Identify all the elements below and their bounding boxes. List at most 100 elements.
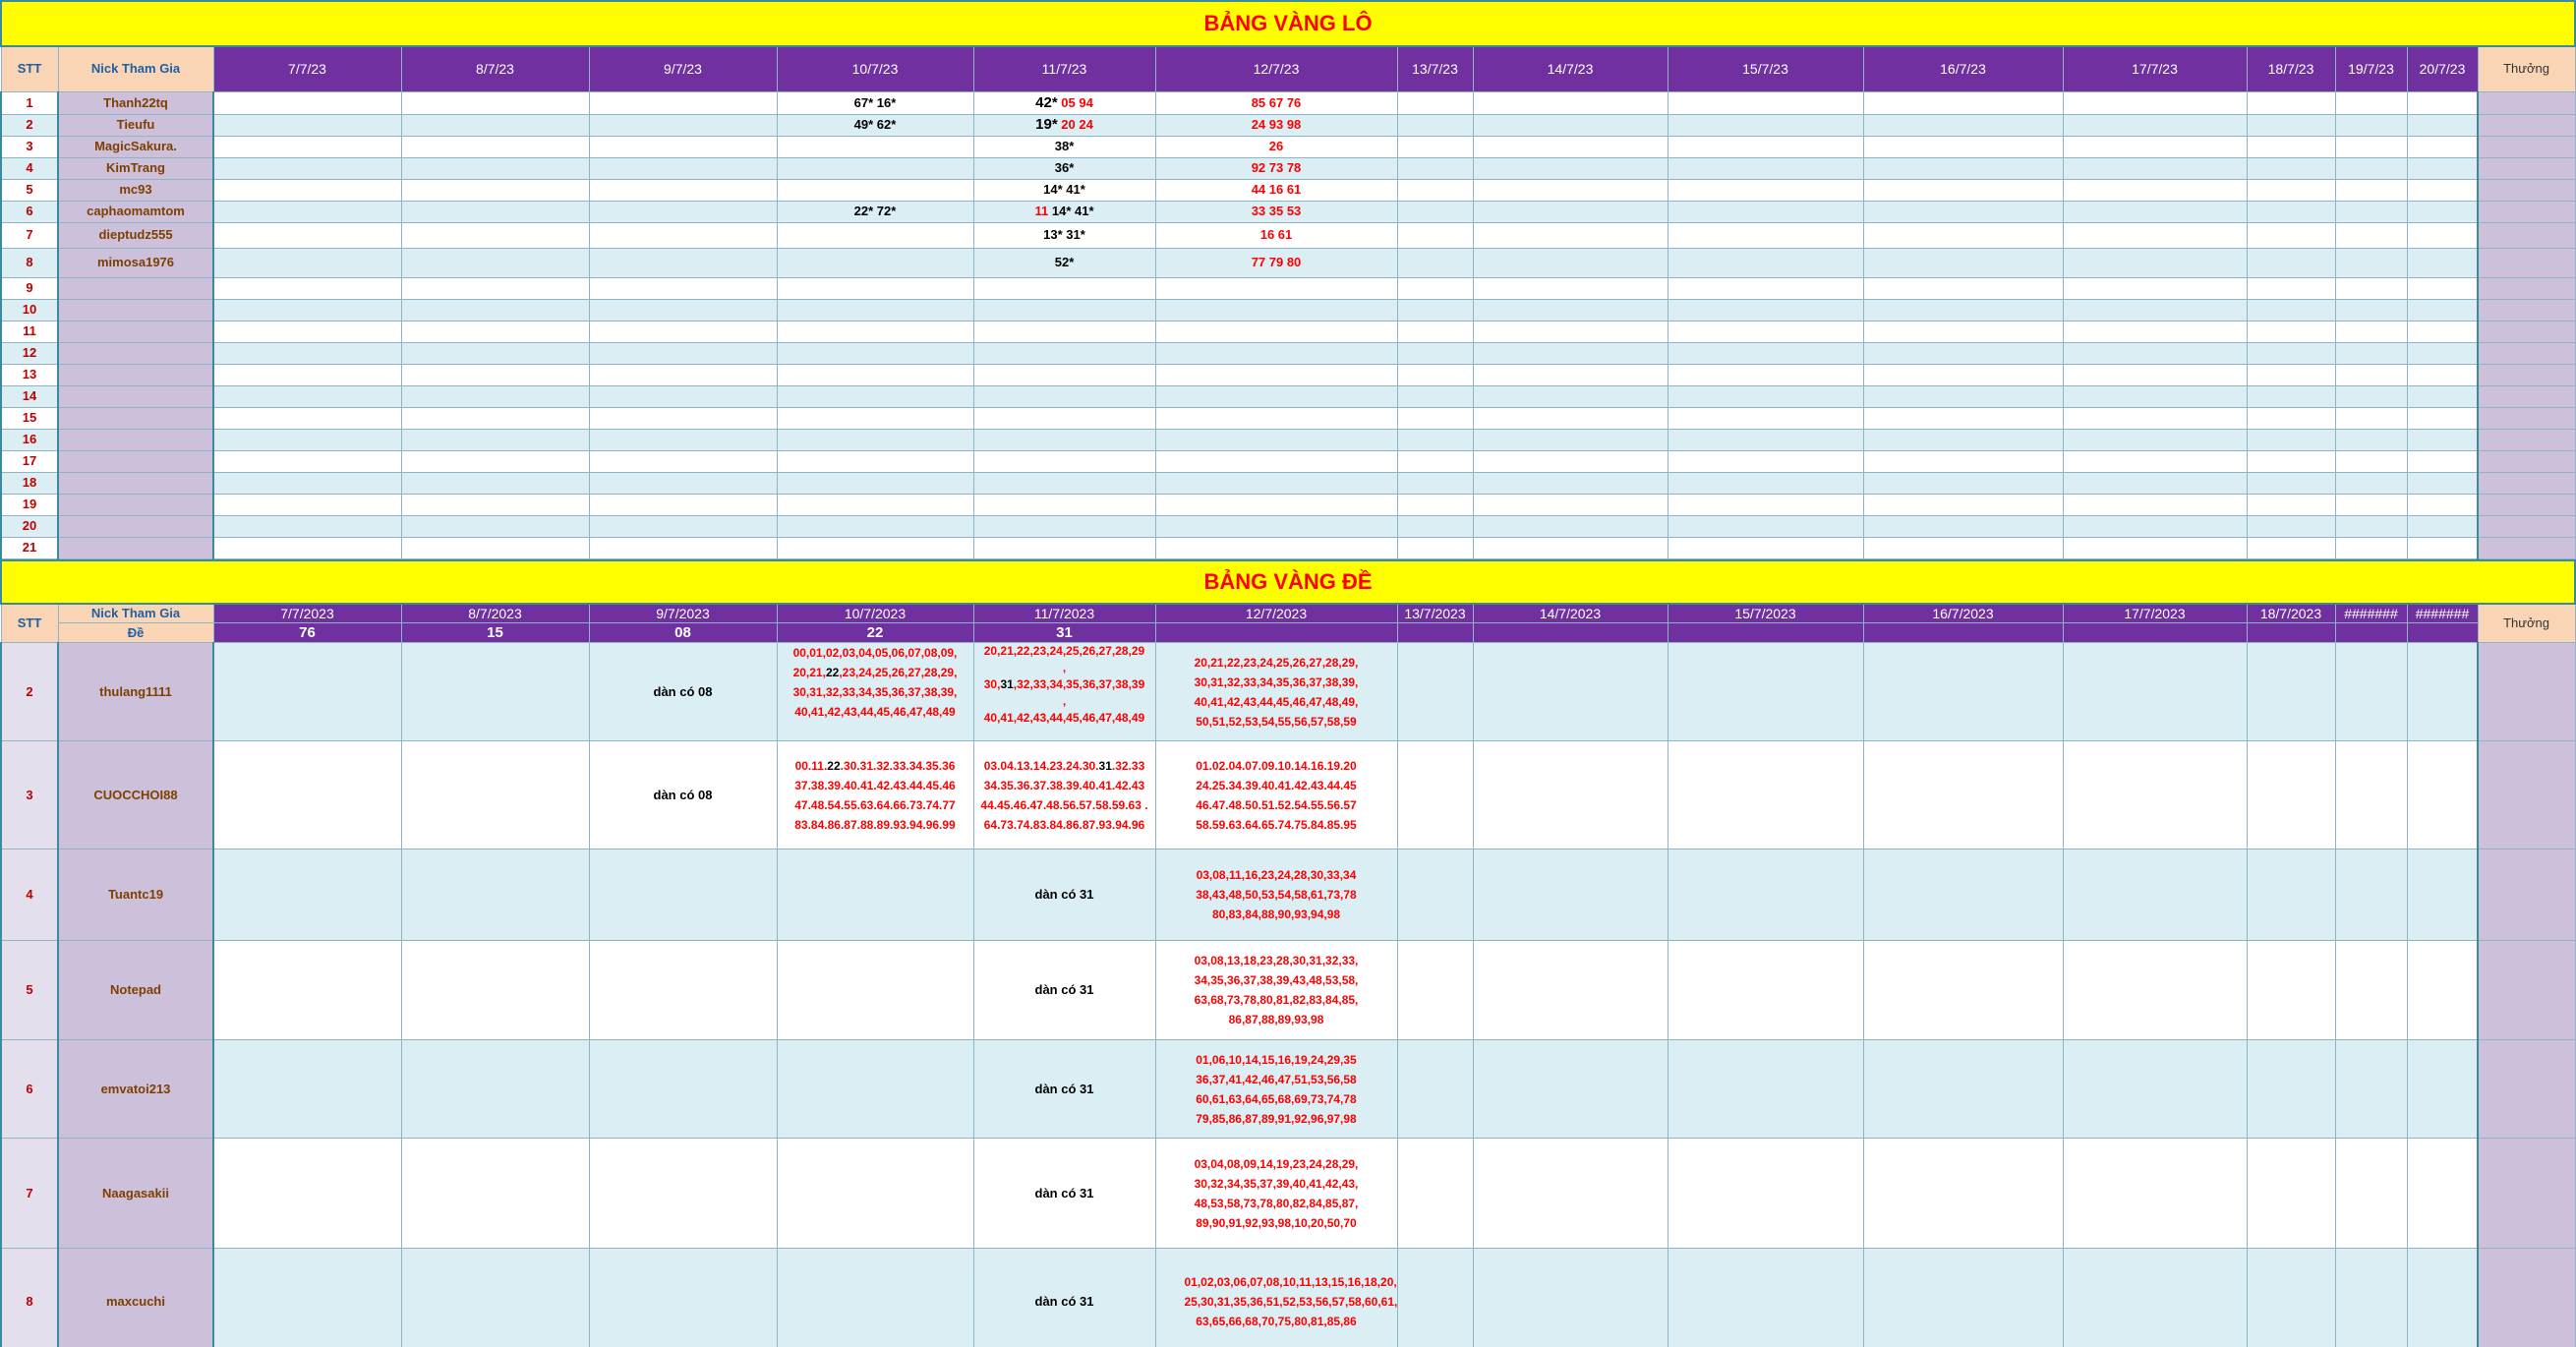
header-prize[interactable]: Thưởng [2477,45,2576,92]
sheet-cell[interactable] [2246,536,2336,559]
prize-cell[interactable] [2476,298,2576,322]
nick-cell[interactable]: thulang1111 [57,642,214,741]
sheet-cell[interactable] [2246,1248,2336,1347]
sheet-cell[interactable] [1396,471,1474,495]
header-date[interactable]: 16/7/23 [1862,45,2064,92]
sheet-cell[interactable] [1667,536,1864,559]
header-de-label[interactable]: Đề [57,622,214,643]
sheet-cell[interactable] [1667,514,1864,538]
sheet-cell[interactable] [1472,363,1669,386]
header-date[interactable]: 18/7/23 [2246,45,2336,92]
result-cell[interactable] [1667,622,1864,643]
nick-cell[interactable]: caphaomamtom [57,200,214,223]
sheet-cell[interactable] [972,493,1156,516]
sheet-cell[interactable] [1472,740,1669,849]
sheet-cell[interactable] [972,320,1156,343]
lo-title[interactable]: BẢNG VÀNG LÔ [0,0,2576,47]
header-date[interactable]: 7/7/2023 [212,603,402,623]
sheet-cell[interactable] [1862,471,2064,495]
sheet-cell[interactable] [1472,428,1669,451]
sheet-cell[interactable]: dàn có 08 [588,642,778,741]
sheet-cell[interactable] [2406,940,2479,1040]
sheet-cell[interactable] [1396,90,1474,115]
sheet-cell[interactable] [2334,221,2408,249]
header-date[interactable]: 15/7/23 [1667,45,1864,92]
sheet-cell[interactable] [1396,221,1474,249]
sheet-cell[interactable] [212,363,402,386]
sheet-cell[interactable] [2334,406,2408,430]
sheet-cell[interactable] [2062,1039,2248,1139]
sheet-cell[interactable] [1667,298,1864,322]
sheet-cell[interactable] [1472,178,1669,202]
sheet-cell[interactable] [400,642,590,741]
header-date[interactable]: 11/7/23 [972,45,1156,92]
sheet-cell[interactable] [1154,384,1398,408]
sheet-cell[interactable] [588,178,778,202]
sheet-cell[interactable] [1472,384,1669,408]
result-cell[interactable] [2062,622,2248,643]
sheet-cell[interactable] [1862,406,2064,430]
sheet-cell[interactable] [1862,1039,2064,1139]
sheet-cell[interactable]: 12 [0,341,59,365]
sheet-cell[interactable] [400,514,590,538]
nick-cell[interactable]: emvatoi213 [57,1039,214,1139]
sheet-cell[interactable]: 85 67 76 [1154,90,1398,115]
sheet-cell[interactable] [588,156,778,180]
sheet-cell[interactable] [400,156,590,180]
sheet-cell[interactable] [1667,113,1864,137]
sheet-cell[interactable]: 10 [0,298,59,322]
sheet-cell[interactable] [2062,200,2248,223]
header-date[interactable]: 9/7/23 [588,45,778,92]
prize-cell[interactable] [2476,1039,2576,1139]
sheet-cell[interactable] [1472,536,1669,559]
sheet-cell[interactable] [2246,320,2336,343]
sheet-cell[interactable] [776,363,974,386]
sheet-cell[interactable] [776,493,974,516]
result-cell[interactable] [1154,622,1398,643]
sheet-cell[interactable] [1396,341,1474,365]
sheet-cell[interactable] [588,449,778,473]
sheet-cell[interactable] [1862,221,2064,249]
sheet-cell[interactable] [588,200,778,223]
sheet-cell[interactable] [2062,135,2248,158]
sheet-cell[interactable] [588,384,778,408]
sheet-cell[interactable] [212,849,402,941]
prize-cell[interactable] [2476,740,2576,849]
sheet-cell[interactable] [776,156,974,180]
sheet-cell[interactable] [2334,363,2408,386]
sheet-cell[interactable] [2334,384,2408,408]
sheet-cell[interactable] [972,298,1156,322]
sheet-cell[interactable] [1862,298,2064,322]
prize-cell[interactable] [2476,200,2576,223]
sheet-cell[interactable] [1862,849,2064,941]
sheet-cell[interactable] [1472,90,1669,115]
sheet-cell[interactable] [212,642,402,741]
sheet-cell[interactable] [212,221,402,249]
sheet-cell[interactable] [2062,90,2248,115]
sheet-cell[interactable] [400,471,590,495]
sheet-cell[interactable] [400,940,590,1040]
sheet-cell[interactable] [776,298,974,322]
sheet-cell[interactable] [1396,428,1474,451]
prize-cell[interactable] [2476,449,2576,473]
header-date[interactable]: 18/7/2023 [2246,603,2336,623]
header-date[interactable]: 11/7/2023 [972,603,1156,623]
sheet-cell[interactable] [972,363,1156,386]
sheet-cell[interactable] [1667,156,1864,180]
sheet-cell[interactable]: dàn có 31 [972,1248,1156,1347]
sheet-cell[interactable] [2334,471,2408,495]
sheet-cell[interactable] [972,471,1156,495]
header-date[interactable]: 14/7/23 [1472,45,1669,92]
sheet-cell[interactable] [1862,178,2064,202]
sheet-cell[interactable] [1862,449,2064,473]
sheet-cell[interactable] [972,341,1156,365]
sheet-cell[interactable] [776,428,974,451]
sheet-cell[interactable] [972,406,1156,430]
sheet-cell[interactable] [1154,341,1398,365]
result-cell[interactable] [1472,622,1669,643]
sheet-cell[interactable] [2062,406,2248,430]
sheet-cell[interactable] [400,849,590,941]
sheet-cell[interactable] [1472,493,1669,516]
header-date[interactable]: 16/7/2023 [1862,603,2064,623]
sheet-cell[interactable] [212,298,402,322]
